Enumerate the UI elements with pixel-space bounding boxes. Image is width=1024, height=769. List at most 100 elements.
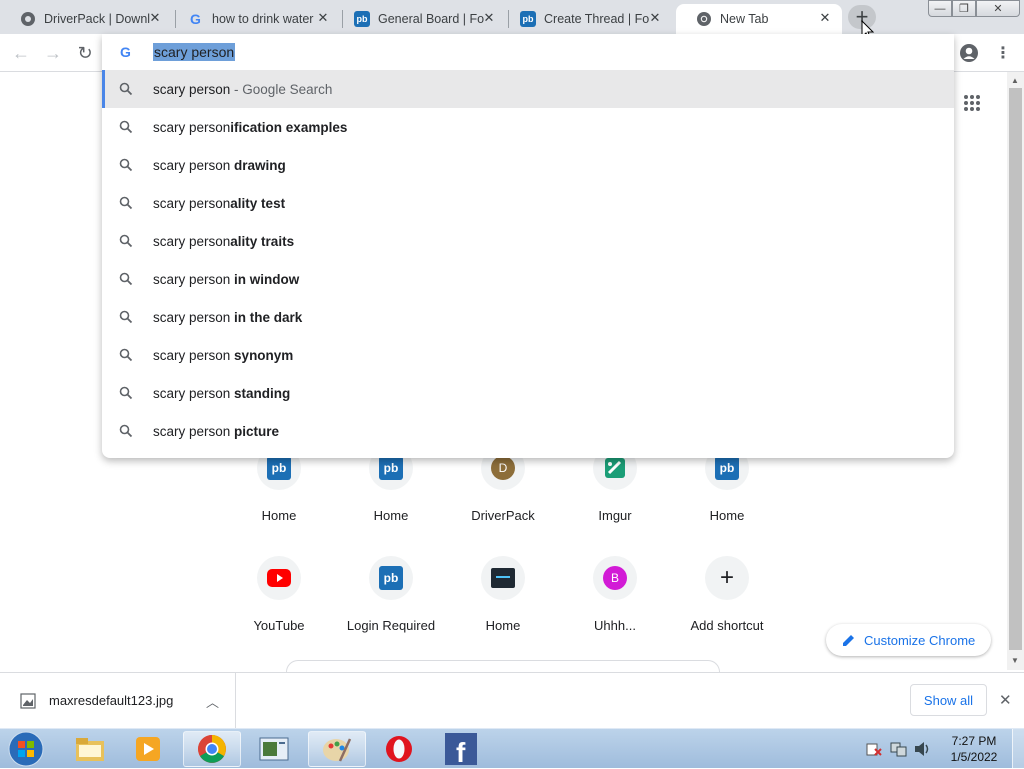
shortcut-tile[interactable]: Imgur [565,446,665,546]
minimize-button[interactable]: — [928,0,952,17]
add-shortcut-tile[interactable]: + Add shortcut [677,556,777,656]
forward-button[interactable]: → [40,40,66,66]
taskbar-chrome[interactable] [183,731,241,767]
gb-icon [491,568,515,588]
minimize-icon: — [934,2,946,15]
plus-icon: + [719,564,734,591]
suggestion-item[interactable]: scary person synonym [102,336,954,374]
suggestion-item[interactable]: scary personality traits [102,222,954,260]
close-icon[interactable]: ✕ [148,11,162,25]
taskbar-media-player[interactable] [119,731,177,767]
taskbar-paint[interactable] [308,731,366,767]
search-icon [119,272,133,286]
windows-start-icon [8,731,44,767]
shortcut-label: Home [485,618,521,633]
arrow-right-icon: → [44,42,62,63]
suggestion-item[interactable]: scary person picture [102,412,954,450]
shortcut-tile[interactable]: pb Home [229,446,329,546]
reload-button[interactable]: ↻ [72,40,98,66]
tab-title: how to drink water [212,12,314,26]
close-icon[interactable]: ✕ [482,11,496,25]
google-icon: G [188,11,204,27]
scroll-up-icon[interactable]: ▲ [1011,76,1019,85]
taskbar-opera[interactable] [370,731,428,767]
scroll-down-icon[interactable]: ▼ [1011,656,1019,665]
close-icon[interactable]: ✕ [648,11,662,25]
omnibox-selected-text[interactable]: scary person [153,43,236,61]
svg-text:G: G [120,44,131,60]
start-button[interactable] [4,729,48,769]
scrollbar-thumb[interactable] [1009,88,1022,650]
menu-button[interactable]: ⋮ [990,40,1016,66]
shortcut-tile[interactable]: pb Login Required [341,556,441,656]
customize-chrome-label: Customize Chrome [864,632,976,648]
apps-button[interactable] [963,94,981,115]
pb-icon: pb [520,11,536,27]
shortcut-tile[interactable]: pb Home [677,446,777,546]
shortcut-label: DriverPack [471,508,535,523]
back-button[interactable]: ← [8,40,34,66]
customize-chrome-button[interactable]: Customize Chrome [826,624,991,656]
tab-create-thread[interactable]: pb Create Thread | For ✕ [500,4,672,34]
windows-taskbar: f 7:27 PM 1/5/2022 [0,728,1024,769]
show-all-button[interactable]: Show all [910,684,987,716]
profile-button[interactable] [956,40,982,66]
close-icon[interactable]: ✕ [316,11,330,25]
chrome-icon [198,735,226,763]
download-item[interactable]: maxresdefault123.jpg ︿ [0,673,236,729]
network-icon[interactable] [890,741,908,757]
tab-title: New Tab [720,12,769,26]
shortcut-label: Home [261,508,297,523]
google-search-box[interactable] [286,660,720,672]
reload-icon: ↻ [77,42,93,63]
action-center-icon[interactable] [866,741,882,757]
suggestion-typed: scary person [153,233,231,249]
window-close-button[interactable]: ✕ [976,0,1020,17]
pb-icon: pb [715,456,739,480]
close-icon[interactable]: ✕ [999,691,1012,709]
shortcut-label: Add shortcut [690,618,764,633]
close-icon[interactable]: ✕ [818,11,832,25]
tab-driverpack[interactable]: DriverPack | Downl ✕ [0,4,172,34]
shortcut-tile[interactable]: pb Home [341,446,441,546]
chevron-up-icon[interactable]: ︿ [206,692,219,711]
maximize-button[interactable]: ❐ [952,0,976,17]
show-desktop-button[interactable] [1012,729,1024,769]
suggestion-item[interactable]: scary person drawing [102,146,954,184]
shortcut-label: Uhhh... [594,618,636,633]
suggestion-item[interactable]: scary person - Google Search [102,70,954,108]
tab-title: DriverPack | Downl [44,12,150,26]
suggestion-item[interactable]: scary person in the dark [102,298,954,336]
tab-new-tab[interactable]: New Tab ✕ [676,4,842,34]
taskbar-app[interactable] [245,731,303,767]
omnibox-input[interactable]: G scary person [102,34,954,70]
suggestion-typed: scary person [153,271,231,287]
tab-general-board[interactable]: pb General Board | For ✕ [334,4,506,34]
apps-grid-icon [964,95,980,111]
search-icon [119,386,133,400]
suggestion-item[interactable]: scary personality test [102,184,954,222]
shortcut-tile[interactable]: D DriverPack [453,446,553,546]
suggestion-item[interactable]: scary person standing [102,374,954,412]
folder-icon [76,738,104,761]
taskbar-explorer[interactable] [61,731,119,767]
shortcut-tile[interactable]: Home [453,556,553,656]
page-scrollbar[interactable]: ▲ ▼ [1007,72,1024,670]
shortcut-label: Home [373,508,409,523]
pb-icon: pb [267,456,291,480]
youtube-icon [267,569,291,587]
suggestion-item[interactable]: scary person in window [102,260,954,298]
shortcut-tile[interactable]: YouTube [229,556,329,656]
taskbar-facebook[interactable]: f [432,731,490,767]
suggestion-typed: scary person [153,195,231,211]
google-icon: G [120,44,131,60]
taskbar-clock[interactable]: 7:27 PM 1/5/2022 [942,733,1006,765]
suggestion-typed: scary person [153,347,231,363]
suggestion-item[interactable]: scary personification examples [102,108,954,146]
suggestion-typed: scary person [153,423,231,439]
search-icon [119,120,133,134]
tab-google-search[interactable]: G how to drink water ✕ [168,4,340,34]
volume-icon[interactable] [914,741,932,757]
pb-icon: pb [379,456,403,480]
shortcut-tile[interactable]: B Uhhh... [565,556,665,656]
